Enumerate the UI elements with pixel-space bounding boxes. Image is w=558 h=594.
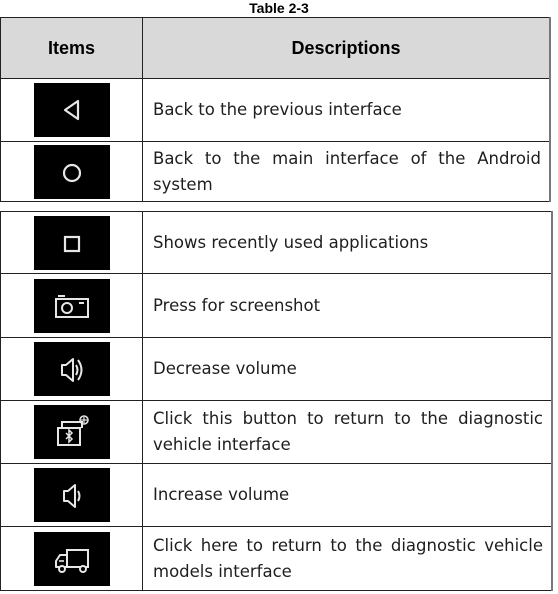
bluetooth-vci-icon — [33, 405, 110, 459]
row-description: Back to the previous interface — [142, 78, 551, 142]
volume-speaker-double-wave-icon — [33, 342, 110, 396]
items-table-part-2: Shows recently used applications Press f… — [0, 211, 553, 591]
header-items: Items — [0, 17, 143, 79]
camera-screenshot-icon — [33, 278, 110, 333]
recent-apps-square-icon — [33, 215, 110, 270]
table-row: Back to the main interface of the Androi… — [0, 141, 551, 202]
row-description: Increase volume — [142, 463, 553, 527]
home-circle-icon — [33, 144, 110, 199]
table-row: Increase volume — [0, 463, 553, 527]
row-description: Back to the main interface of the Androi… — [142, 141, 551, 202]
table-header-row: Items Descriptions — [0, 17, 551, 79]
header-descriptions: Descriptions — [142, 17, 551, 79]
row-description: Click this button to return to the diagn… — [142, 400, 553, 464]
back-triangle-icon — [33, 83, 110, 137]
table-row: Press for screenshot — [0, 273, 553, 338]
table-caption: Table 2-3 — [249, 0, 309, 16]
row-description: Shows recently used applications — [142, 211, 553, 274]
row-description: Press for screenshot — [142, 273, 553, 338]
items-table-part-1: Items Descriptions Back to the previous … — [0, 17, 551, 202]
table-row: Decrease volume — [0, 337, 553, 401]
volume-speaker-single-wave-icon — [33, 468, 110, 522]
row-description: Decrease volume — [142, 337, 553, 401]
table-row: Click this button to return to the diagn… — [0, 400, 553, 464]
row-description: Click here to return to the diagnostic v… — [142, 526, 553, 591]
truck-icon — [33, 531, 110, 586]
table-row: Shows recently used applications — [0, 211, 553, 274]
table-row: Click here to return to the diagnostic v… — [0, 526, 553, 591]
table-row: Back to the previous interface — [0, 78, 551, 142]
